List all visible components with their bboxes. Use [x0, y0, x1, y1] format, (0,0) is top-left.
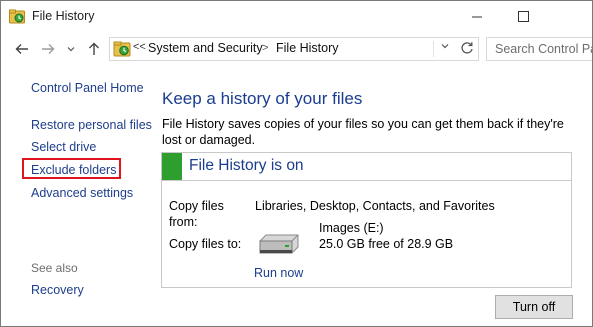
copy-from-value: Libraries, Desktop, Contacts, and Favori… [255, 199, 495, 213]
drive-icon [259, 234, 299, 254]
refresh-icon[interactable] [460, 41, 474, 55]
page-description: File History saves copies of your files … [162, 117, 564, 147]
chevron-down-icon[interactable] [441, 43, 449, 49]
forward-button[interactable] [38, 39, 58, 59]
status-indicator [162, 153, 182, 180]
chevron-down-icon [67, 47, 75, 52]
maximize-icon [517, 10, 529, 22]
search-input[interactable] [487, 38, 592, 58]
highlight-box [22, 158, 121, 179]
run-now-link[interactable]: Run now [254, 266, 303, 280]
control-panel-home-link[interactable]: Control Panel Home [31, 81, 144, 95]
sidebar-item-recovery[interactable]: Recovery [31, 283, 84, 297]
sidebar-item-select-drive[interactable]: Select drive [31, 140, 96, 154]
drive-space: 25.0 GB free of 28.9 GB [319, 237, 454, 251]
maximize-button[interactable] [500, 1, 546, 31]
address-divider [433, 41, 434, 57]
back-button[interactable] [12, 39, 32, 59]
status-header: File History is on [162, 153, 571, 181]
file-history-status-panel: File History is on Copy files from: Libr… [161, 152, 572, 288]
breadcrumb-file-history[interactable]: File History [276, 41, 339, 55]
navigation-bar: << System and Security > File History [1, 33, 592, 65]
recent-locations-button[interactable] [64, 39, 78, 59]
up-button[interactable] [84, 39, 104, 59]
arrow-right-icon [42, 44, 55, 54]
arrow-left-icon [15, 44, 28, 54]
copy-from-label-line2: from: [169, 215, 198, 229]
address-bar[interactable]: << System and Security > File History [109, 37, 479, 61]
breadcrumb-overflow[interactable]: << [133, 41, 146, 53]
turn-off-button[interactable]: Turn off [495, 295, 573, 319]
breadcrumb-separator[interactable]: > [262, 42, 268, 54]
file-history-icon [9, 9, 25, 24]
window-title: File History [32, 9, 95, 23]
file-history-window: File History << System and Security > Fi… [0, 0, 593, 327]
search-box[interactable] [486, 37, 592, 61]
minimize-icon [471, 16, 482, 17]
sidebar-item-advanced-settings[interactable]: Advanced settings [31, 186, 133, 200]
title-bar: File History [1, 1, 592, 33]
page-title: Keep a history of your files [162, 89, 363, 108]
see-also-heading: See also [31, 261, 78, 275]
file-history-icon [113, 41, 131, 57]
drive-name: Images (E:) [319, 221, 384, 235]
breadcrumb-system-and-security[interactable]: System and Security [148, 41, 263, 55]
copy-from-label-line1: Copy files [169, 199, 224, 213]
arrow-up-icon [89, 42, 99, 55]
status-text: File History is on [189, 157, 304, 174]
minimize-button[interactable] [454, 1, 500, 31]
copy-to-label: Copy files to: [169, 237, 242, 251]
sidebar-item-restore-personal-files[interactable]: Restore personal files [31, 118, 152, 132]
